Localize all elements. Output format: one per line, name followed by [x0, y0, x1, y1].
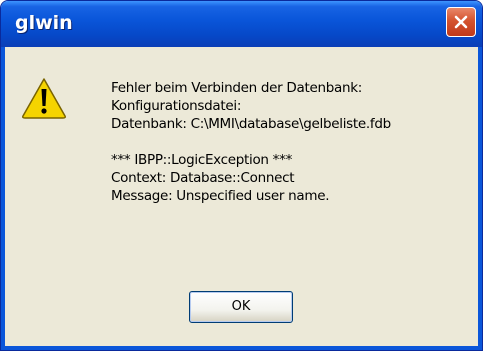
window-frame-right — [478, 47, 482, 350]
warning-icon — [22, 78, 66, 119]
close-icon — [454, 15, 468, 29]
message-spacer — [111, 133, 471, 151]
title-bar[interactable]: glwin — [1, 1, 482, 47]
message-line: Message: Unspecified user name. — [111, 188, 330, 204]
message-line: Fehler beim Verbinden der Datenbank: — [111, 80, 363, 96]
error-message: Fehler beim Verbinden der Datenbank: Kon… — [111, 79, 471, 205]
message-line: Datenbank: C:\MMI\database\gelbeliste.fd… — [111, 116, 391, 132]
window-frame-left — [1, 47, 5, 350]
ok-button[interactable]: OK — [189, 291, 293, 323]
dialog-window: glwin Fehler beim Verbinden der Datenban… — [0, 0, 483, 351]
message-line: *** IBPP::LogicException *** — [111, 152, 293, 168]
message-line: Context: Database::Connect — [111, 170, 295, 186]
message-line: Konfigurationsdatei: — [111, 98, 242, 114]
window-title: glwin — [15, 12, 73, 34]
close-button[interactable] — [446, 7, 476, 37]
window-frame-bottom — [1, 346, 482, 350]
